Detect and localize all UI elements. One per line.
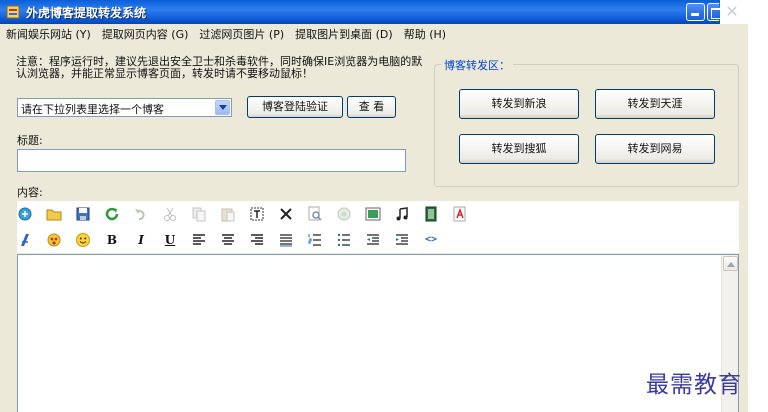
chevron-up-icon — [727, 262, 735, 267]
outdent-icon[interactable] — [365, 232, 381, 248]
content-label: 内容: — [17, 186, 43, 199]
paste-icon[interactable] — [220, 206, 236, 222]
notice-text: 注意：程序运行时，建议先退出安全卫士和杀毒软件，同时确保IE浏览器为电脑的默认浏… — [16, 55, 423, 80]
forward-to-tianya-button[interactable]: 转发到天涯 — [595, 89, 715, 119]
font-color-icon[interactable] — [17, 232, 33, 248]
justify-icon[interactable] — [278, 232, 294, 248]
cut-icon[interactable] — [162, 206, 178, 222]
image-icon[interactable] — [365, 206, 381, 222]
video-icon[interactable] — [423, 206, 439, 222]
menu-news-sites[interactable]: 新闻娱乐网站 (Y) — [6, 26, 91, 42]
menu-extract-images[interactable]: 提取图片到桌面 (D) — [295, 26, 393, 42]
editor-toolbar: B I U <> — [17, 201, 739, 253]
italic-icon[interactable]: I — [133, 232, 149, 248]
scroll-up-button[interactable] — [723, 256, 738, 271]
maximize-button[interactable] — [707, 3, 722, 21]
window-title: 外虎博客提取转发系统 — [26, 6, 147, 20]
chevron-down-icon[interactable] — [215, 100, 230, 115]
save-icon[interactable] — [75, 206, 91, 222]
music-icon[interactable] — [394, 206, 410, 222]
underline-glyph: U — [164, 233, 176, 247]
blog-forward-legend: 博客转发区： — [441, 57, 513, 73]
forward-to-sina-button[interactable]: 转发到新浪 — [459, 89, 579, 119]
app-window: 外虎博客提取转发系统 ✕ 新闻娱乐网站 (Y) 提取网页内容 (G) 过滤网页图… — [0, 0, 768, 412]
menu-help[interactable]: 帮助 (H) — [404, 26, 446, 42]
select-all-icon[interactable] — [249, 206, 265, 222]
refresh-icon[interactable] — [104, 206, 120, 222]
flash-icon[interactable] — [452, 206, 468, 222]
smiley-icon[interactable] — [75, 232, 91, 248]
content-editor[interactable] — [17, 254, 739, 412]
close-button[interactable]: ✕ — [722, 2, 742, 22]
align-center-icon[interactable] — [220, 232, 236, 248]
source-code-glyph: <> — [424, 234, 438, 245]
minimize-button[interactable] — [686, 3, 705, 21]
menu-filter-images[interactable]: 过滤网页图片 (P) — [199, 26, 284, 42]
find-icon[interactable] — [307, 206, 323, 222]
app-icon — [6, 5, 20, 19]
watermark: 最需教育 — [646, 372, 742, 398]
forward-to-sohu-button[interactable]: 转发到搜狐 — [459, 134, 579, 164]
menu-extract-content[interactable]: 提取网页内容 (G) — [102, 26, 189, 42]
ordered-list-icon[interactable] — [307, 232, 323, 248]
new-document-icon[interactable] — [17, 206, 33, 222]
bold-icon[interactable]: B — [104, 232, 120, 248]
undo-icon[interactable] — [133, 206, 149, 222]
forward-to-netease-button[interactable]: 转发到网易 — [595, 134, 715, 164]
editor-toolbar-row-2: B I U <> — [17, 228, 452, 252]
copy-icon[interactable] — [191, 206, 207, 222]
align-left-icon[interactable] — [191, 232, 207, 248]
title-input[interactable] — [17, 149, 406, 172]
blog-forward-group: 博客转发区： — [434, 57, 739, 187]
right-margin — [748, 24, 768, 412]
title-label: 标题: — [17, 134, 43, 147]
blog-select-value: 请在下拉列表里选择一个博客 — [21, 103, 164, 116]
underline-icon[interactable]: U — [162, 232, 178, 248]
indent-icon[interactable] — [394, 232, 410, 248]
menu-bar: 新闻娱乐网站 (Y) 提取网页内容 (G) 过滤网页图片 (P) 提取图片到桌面… — [0, 24, 768, 44]
italic-glyph: I — [138, 233, 144, 247]
bold-glyph: B — [106, 233, 118, 247]
delete-icon[interactable] — [278, 206, 294, 222]
title-bar[interactable]: 外虎博客提取转发系统 ✕ — [0, 0, 768, 24]
editor-toolbar-row-1 — [17, 202, 481, 226]
emoticon-icon[interactable] — [46, 232, 62, 248]
blog-login-verify-button[interactable]: 博客登陆验证 — [247, 96, 343, 118]
align-right-icon[interactable] — [249, 232, 265, 248]
unordered-list-icon[interactable] — [336, 232, 352, 248]
replace-icon[interactable] — [336, 206, 352, 222]
view-button[interactable]: 查 看 — [347, 96, 396, 118]
source-code-icon[interactable]: <> — [423, 232, 439, 248]
blog-select[interactable]: 请在下拉列表里选择一个博客 — [17, 98, 232, 117]
open-folder-icon[interactable] — [46, 206, 62, 222]
